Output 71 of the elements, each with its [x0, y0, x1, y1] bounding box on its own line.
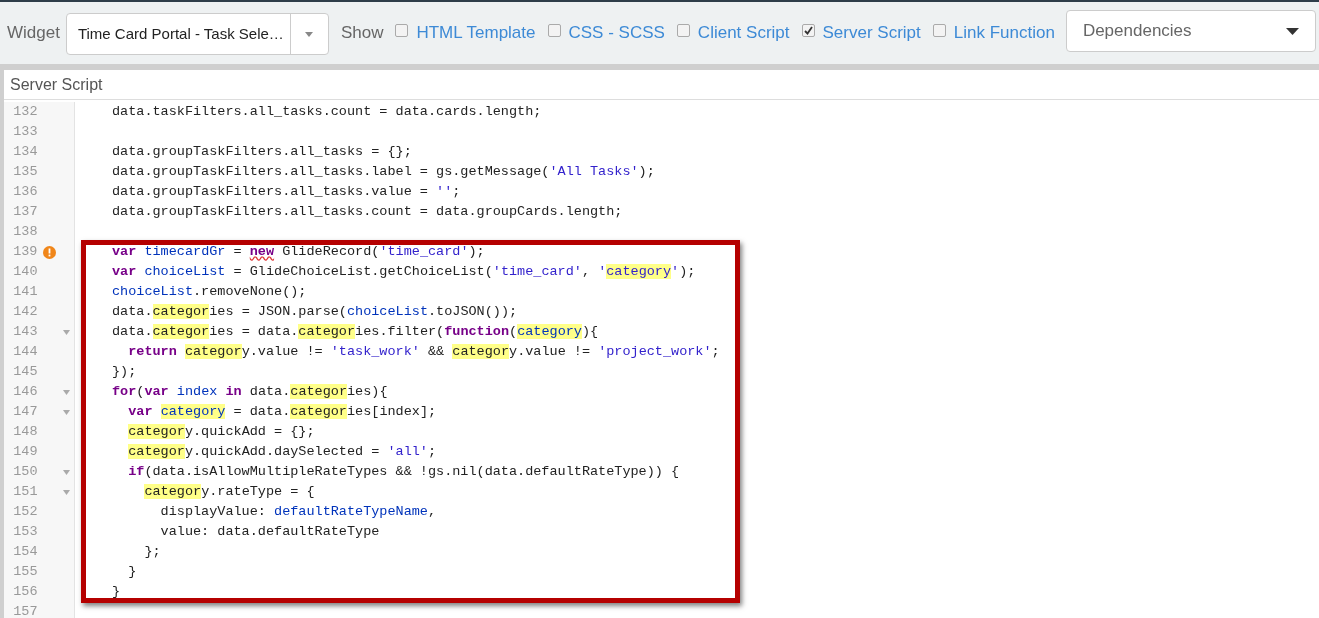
code-line: category.quickAdd.daySelected = 'all';: [127, 442, 437, 461]
checkbox[interactable]: [676, 23, 690, 37]
code-line: }: [112, 582, 121, 601]
code-line: data.taskFilters.all_tasks.count = data.cards.length;: [112, 102, 542, 121]
line-number: 133: [12, 122, 38, 141]
code-line: data.groupTaskFilters.all_tasks = {};: [112, 142, 412, 161]
panel-title: Server Script: [10, 74, 103, 95]
code-line: value: data.defaultRateType: [159, 522, 380, 541]
line-number: 141: [12, 282, 38, 301]
line-number: 154: [12, 542, 38, 561]
dependencies-select[interactable]: Dependencies: [1065, 10, 1316, 52]
widget-label: Widget: [7, 22, 60, 45]
code-line: });: [112, 362, 137, 381]
option-link[interactable]: Link Function: [953, 20, 1055, 46]
line-number: 139: [12, 242, 38, 261]
option-link[interactable]: Server Script: [822, 20, 921, 46]
line-number: 144: [12, 342, 38, 361]
line-number: 150: [12, 462, 38, 481]
line-number: 138: [12, 222, 38, 241]
code-line: data.groupTaskFilters.all_tasks.value = '';: [112, 182, 461, 201]
option-link[interactable]: Client Script: [697, 20, 790, 46]
caret-icon: [1285, 27, 1299, 35]
line-number: 157: [12, 602, 38, 618]
line-number: 132: [12, 102, 38, 121]
line-number: 134: [12, 142, 38, 161]
code-line: data.groupTaskFilters.all_tasks.count = data.groupCards.length;: [112, 202, 623, 221]
line-number: 135: [12, 162, 38, 181]
code-line: }: [127, 562, 137, 581]
line-number: 155: [12, 562, 38, 581]
line-number: 156: [12, 582, 38, 601]
line-number: 146: [12, 382, 38, 401]
line-number: 153: [12, 522, 38, 541]
line-number: 149: [12, 442, 38, 461]
code-line: data.categories = JSON.parse(choiceList.toJSON());: [112, 302, 518, 321]
checkbox[interactable]: [801, 23, 815, 37]
line-number: 148: [12, 422, 38, 441]
code-line: var category = data.categories[index];: [127, 402, 437, 421]
line-number: 147: [12, 402, 38, 421]
checkbox[interactable]: [395, 23, 409, 37]
code-line: choiceList.removeNone();: [112, 282, 307, 301]
code-line: data.categories = data.categories.filter(function(category){: [112, 322, 599, 341]
fold-arrow-icon[interactable]: [63, 489, 70, 495]
code-line: displayValue: defaultRateTypeName,: [159, 502, 437, 521]
line-number: 143: [12, 322, 38, 341]
code-line: category.quickAdd = {};: [127, 422, 315, 441]
caret-icon: [305, 31, 314, 37]
checkbox[interactable]: [547, 23, 561, 37]
code-line: if(data.isAllowMultipleRateTypes && !gs.nil(data.defaultRateType)) {: [127, 462, 680, 481]
fold-arrow-icon[interactable]: [63, 409, 70, 415]
line-number: 145: [12, 362, 38, 381]
show-label: Show: [340, 22, 384, 45]
code-line: var choiceList = GlideChoiceList.getChoiceList('time_card', 'category');: [112, 262, 696, 281]
line-number: 136: [12, 182, 38, 201]
fold-arrow-icon[interactable]: [63, 469, 70, 475]
code-line: category.rateType = {: [143, 482, 315, 501]
line-number: 151: [12, 482, 38, 501]
fold-arrow-icon[interactable]: [63, 329, 70, 335]
widget-select[interactable]: Time Card Portal - Task Sele…: [65, 13, 329, 55]
line-number: 152: [12, 502, 38, 521]
option-link[interactable]: CSS - SCSS: [568, 20, 665, 46]
code-line: for(var index in data.categories){: [112, 382, 388, 401]
fold-arrow-icon[interactable]: [63, 389, 70, 395]
option-link[interactable]: HTML Template: [416, 20, 536, 46]
line-number: 140: [12, 262, 38, 281]
line-number: 137: [12, 202, 38, 221]
code-line: data.groupTaskFilters.all_tasks.label = gs.getMessage('All Tasks');: [112, 162, 655, 181]
code-line: return category.value != 'task_work' && category.value != 'project_work';: [127, 342, 720, 361]
line-number: 142: [12, 302, 38, 321]
code-line: };: [143, 542, 161, 561]
code-line: var timecardGr = new GlideRecord('time_card');: [112, 242, 485, 261]
checkbox[interactable]: [932, 23, 946, 37]
